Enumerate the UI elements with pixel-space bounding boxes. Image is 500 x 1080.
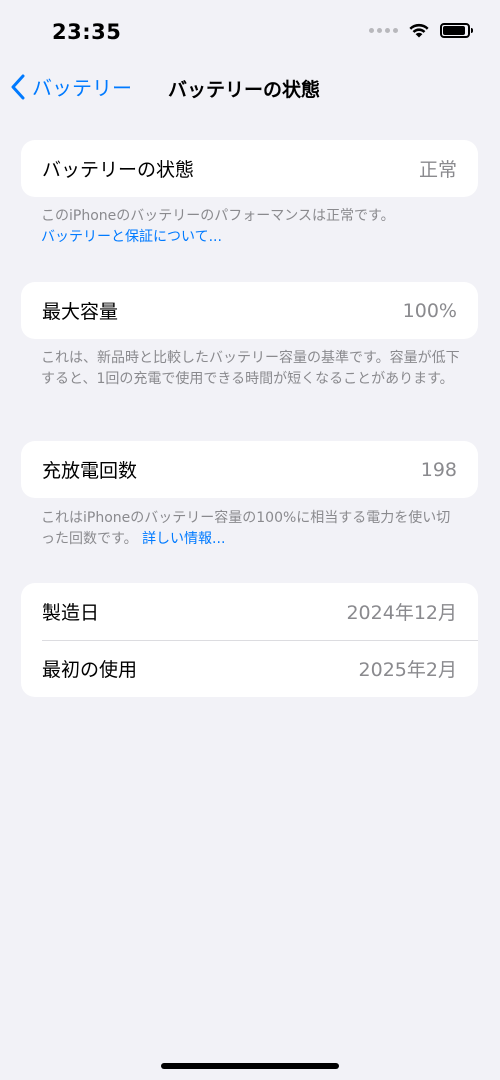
- maximum-capacity-description: これは、新品時と比較したバッテリー容量の基準です。容量が低下すると、1回の充電で…: [41, 350, 460, 387]
- cycle-count-label: 充放電回数: [42, 460, 138, 482]
- maximum-capacity-label: 最大容量: [42, 301, 119, 323]
- battery-health-group: バッテリーの状態 正常: [21, 140, 478, 197]
- battery-level-fill: [443, 25, 465, 35]
- cycle-count-footnote: これはiPhoneのバッテリー容量の100%に相当する電力を使い切った回数です。…: [41, 508, 461, 550]
- battery-warranty-link[interactable]: バッテリーと保証について...: [41, 227, 461, 248]
- status-time: 23:35: [52, 20, 122, 44]
- status-bar: 23:35: [0, 0, 500, 60]
- cellular-dots-icon: [369, 27, 398, 33]
- maximum-capacity-row: 最大容量 100%: [21, 282, 478, 339]
- battery-health-footnote: このiPhoneのバッテリーのパフォーマンスは正常です。 バッテリーと保証につい…: [41, 206, 461, 248]
- back-button[interactable]: バッテリー: [10, 72, 132, 101]
- maximum-capacity-footnote: これは、新品時と比較したバッテリー容量の基準です。容量が低下すると、1回の充電で…: [41, 348, 461, 390]
- dates-group: 製造日 2024年12月 最初の使用 2025年2月: [21, 583, 478, 697]
- battery-health-value: 正常: [418, 159, 457, 181]
- wifi-icon: [409, 23, 429, 38]
- first-use-label: 最初の使用: [42, 659, 138, 681]
- manufacture-date-value: 2024年12月: [346, 602, 457, 624]
- battery-health-description: このiPhoneのバッテリーのパフォーマンスは正常です。: [41, 208, 395, 224]
- chevron-left-icon: [11, 74, 25, 99]
- cycle-count-row: 充放電回数 198: [21, 441, 478, 498]
- home-indicator[interactable]: [161, 1063, 339, 1069]
- battery-icon: [440, 22, 473, 38]
- first-use-value: 2025年2月: [358, 659, 457, 681]
- cycle-count-group: 充放電回数 198: [21, 441, 478, 498]
- back-button-label: バッテリー: [32, 76, 132, 100]
- status-icons: [369, 22, 473, 38]
- manufacture-date-row: 製造日 2024年12月: [21, 583, 478, 640]
- learn-more-link[interactable]: 詳しい情報...: [142, 531, 225, 547]
- battery-health-row: バッテリーの状態 正常: [21, 140, 478, 197]
- battery-health-label: バッテリーの状態: [42, 159, 195, 181]
- page-title: バッテリーの状態: [168, 79, 321, 101]
- cycle-count-description: これはiPhoneのバッテリー容量の100%に相当する電力を使い切った回数です。: [41, 510, 451, 547]
- maximum-capacity-group: 最大容量 100%: [21, 282, 478, 339]
- maximum-capacity-value: 100%: [402, 299, 457, 322]
- first-use-row: 最初の使用 2025年2月: [21, 640, 478, 697]
- manufacture-date-label: 製造日: [42, 602, 100, 624]
- navigation-bar: バッテリー バッテリーの状態: [0, 62, 500, 114]
- cycle-count-value: 198: [420, 458, 457, 481]
